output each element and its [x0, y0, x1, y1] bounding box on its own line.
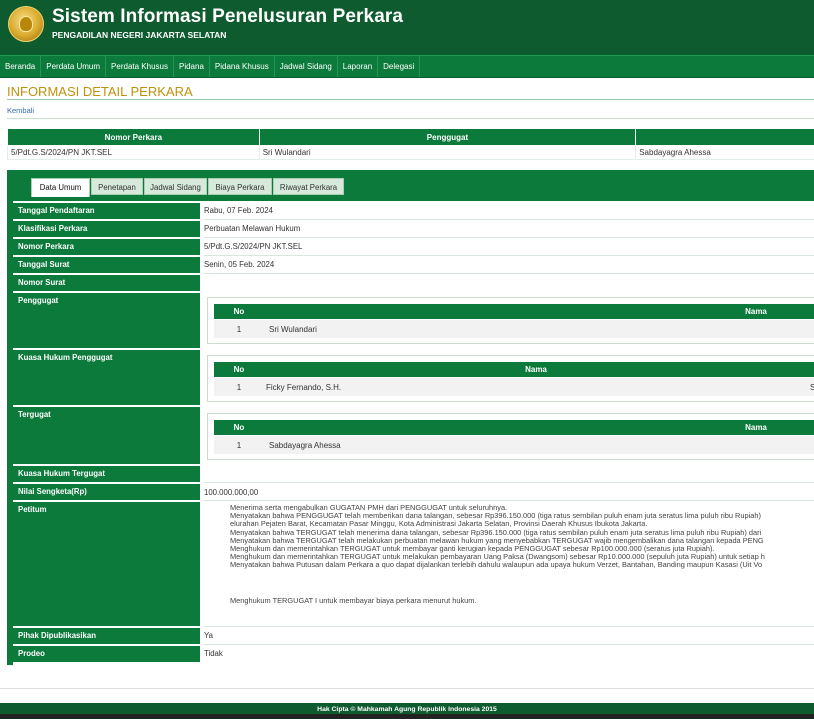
cell-no: 1	[236, 440, 242, 450]
label-nilai-sengketa: Nilai Sengketa(Rp)	[13, 484, 200, 500]
nav-delegasi[interactable]: Delegasi	[378, 56, 421, 77]
nav-perdata-umum[interactable]: Perdata Umum	[41, 56, 107, 77]
footer-band	[0, 714, 814, 719]
petitum-item: Menyatakan bahwa TERGUGAT telah menerima…	[230, 529, 814, 537]
table-row: 1 Sabdayagra Ahessa	[214, 436, 814, 454]
cell-no: 1	[236, 324, 242, 334]
row-divider	[204, 255, 814, 256]
page-title: INFORMASI DETAIL PERKARA	[7, 84, 193, 99]
cell-nama: Sri Wulandari	[269, 324, 317, 334]
kuasa-penggugat-table-header: No Nama	[214, 362, 814, 377]
nav-perdata-khusus[interactable]: Perdata Khusus	[106, 56, 174, 77]
summary-header-nomor: Nomor Perkara	[7, 128, 260, 146]
label-nomor-surat: Nomor Surat	[13, 275, 200, 291]
kuasa-penggugat-table: No Nama 1 Ficky Fernando, S.H. S	[207, 355, 814, 402]
label-nomor-perkara: Nomor Perkara	[13, 239, 200, 255]
nav-beranda[interactable]: Beranda	[0, 56, 42, 77]
label-klasifikasi: Klasifikasi Perkara	[13, 221, 200, 237]
row-divider	[204, 500, 814, 501]
summary-header-tergugat: T	[635, 128, 814, 146]
penggugat-table-header: No Nama	[214, 304, 814, 319]
petitum-item: Menghukum TERGUGAT I untuk membayar biay…	[230, 597, 814, 605]
nav-jadwal-sidang[interactable]: Jadwal Sidang	[275, 56, 338, 77]
label-tanggal-pendaftaran: Tanggal Pendaftaran	[13, 203, 200, 219]
petitum-item: Menghukum dan memerintahkan TERGUGAT unt…	[230, 553, 814, 561]
table-row: 1 Ficky Fernando, S.H. S	[214, 378, 814, 396]
col-no: No	[233, 307, 245, 316]
footer-gap	[0, 688, 814, 703]
detail-tabs: Data Umum Penetapan Jadwal Sidang Biaya …	[7, 170, 814, 197]
row-divider	[204, 237, 814, 238]
label-tanggal-surat: Tanggal Surat	[13, 257, 200, 273]
petitum-continuation: elurahan Pejaten Barat, Kecamatan Pasar …	[230, 519, 648, 529]
back-divider	[7, 118, 814, 119]
tab-penetapan[interactable]: Penetapan	[91, 178, 143, 195]
label-kuasa-tergugat: Kuasa Hukum Tergugat	[13, 466, 200, 482]
app-title: Sistem Informasi Penelusuran Perkara	[52, 6, 404, 27]
label-prodeo: Prodeo	[13, 646, 200, 662]
row-divider	[204, 273, 814, 274]
petitum-item: Menyatakan bahwa TERGUGAT telah melakuka…	[230, 537, 814, 545]
nav-pidana[interactable]: Pidana	[174, 56, 210, 77]
petitum-item: Menerima serta mengabulkan GUGATAN PMH d…	[230, 504, 814, 512]
col-nama: Nama	[745, 307, 767, 316]
label-pihak-dipublikasikan: Pihak Dipublikasikan	[13, 628, 200, 644]
summary-nomor: 5/Pdt.G.S/2024/PN JKT.SEL	[7, 145, 260, 160]
court-emblem-icon	[8, 6, 44, 42]
petitum-text: Menerima serta mengabulkan GUGATAN PMH d…	[204, 504, 814, 605]
row-divider	[204, 482, 814, 483]
label-petitum: Petitum	[13, 502, 200, 626]
summary-header-penggugat: Penggugat	[258, 128, 637, 146]
back-link[interactable]: Kembali	[7, 106, 34, 115]
case-summary-table: Nomor Perkara Penggugat T 5/Pdt.G.S/2024…	[7, 128, 814, 160]
row-divider	[204, 626, 814, 627]
tergugat-table: No Nama 1 Sabdayagra Ahessa	[207, 413, 814, 460]
tergugat-table-header: No Nama	[214, 420, 814, 435]
tab-biaya-perkara[interactable]: Biaya Perkara	[208, 178, 272, 195]
petitum-item: Menyatakan bahwa Putusan dalam Perkara a…	[230, 561, 814, 569]
summary-penggugat: Sri Wulandari	[258, 145, 637, 160]
col-no: No	[233, 423, 245, 432]
value-nomor-perkara: 5/Pdt.G.S/2024/PN JKT.SEL	[204, 242, 303, 251]
cell-nama: Sabdayagra Ahessa	[269, 440, 341, 450]
cell-no: 1	[236, 382, 242, 392]
nav-laporan[interactable]: Laporan	[338, 56, 379, 77]
value-klasifikasi: Perbuatan Melawan Hukum	[204, 224, 301, 233]
label-penggugat: Penggugat	[13, 293, 200, 348]
title-divider	[7, 99, 814, 100]
col-no: No	[233, 365, 245, 374]
value-tanggal-surat: Senin, 05 Feb. 2024	[204, 260, 275, 269]
tab-jadwal-sidang[interactable]: Jadwal Sidang	[144, 178, 207, 195]
value-pihak-dipublikasikan: Ya	[204, 631, 213, 640]
tab-data-umum[interactable]: Data Umum	[31, 178, 90, 197]
col-nama: Nama	[525, 365, 547, 374]
cell-truncated: S	[810, 382, 814, 392]
cell-nama: Ficky Fernando, S.H.	[266, 382, 342, 392]
penggugat-table: No Nama 1 Sri Wulandari	[207, 297, 814, 344]
nav-pidana-khusus[interactable]: Pidana Khusus	[210, 56, 275, 77]
row-divider	[204, 644, 814, 645]
label-tergugat: Tergugat	[13, 407, 200, 464]
table-row: 1 Sri Wulandari	[214, 320, 814, 338]
summary-tergugat: Sabdayagra Ahessa	[635, 145, 814, 160]
main-nav: Beranda Perdata Umum Perdata Khusus Pida…	[0, 55, 814, 78]
app-subtitle: PENGADILAN NEGERI JAKARTA SELATAN	[52, 30, 227, 40]
value-prodeo: Tidak	[204, 649, 223, 658]
col-nama: Nama	[745, 423, 767, 432]
tab-riwayat-perkara[interactable]: Riwayat Perkara	[273, 178, 344, 195]
summary-row: 5/Pdt.G.S/2024/PN JKT.SEL Sri Wulandari …	[7, 145, 814, 160]
label-kuasa-penggugat: Kuasa Hukum Penggugat	[13, 350, 200, 405]
value-tanggal-pendaftaran: Rabu, 07 Feb. 2024	[204, 206, 273, 215]
app-header: Sistem Informasi Penelusuran Perkara PEN…	[0, 0, 814, 55]
petitum-item: Menghukum dan memerintahkan TERGUGAT unt…	[230, 545, 814, 553]
value-nilai-sengketa: 100.000.000,00	[204, 488, 259, 497]
row-divider	[204, 219, 814, 220]
